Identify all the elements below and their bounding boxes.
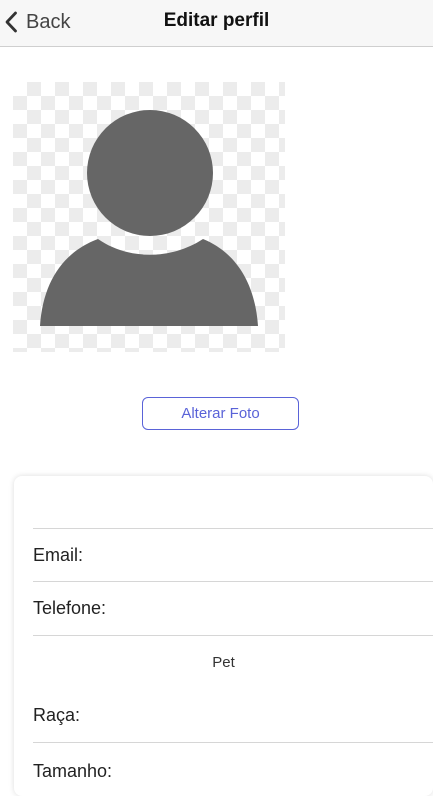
user-placeholder-icon (40, 110, 258, 326)
breed-label: Raça: (33, 705, 81, 725)
profile-form: Email: Telefone: Pet Raça: Tamanho: (14, 476, 433, 796)
back-button[interactable]: Back (4, 6, 70, 38)
change-photo-button[interactable]: Alterar Foto (142, 397, 299, 430)
name-row (33, 476, 433, 529)
avatar (13, 82, 285, 352)
phone-row: Telefone: (33, 581, 433, 636)
pet-section-header: Pet (212, 654, 235, 671)
back-label: Back (26, 10, 71, 33)
breed-field[interactable] (86, 688, 433, 743)
breed-row: Raça: (33, 688, 433, 743)
navigation-bar: Back Editar perfil (0, 0, 433, 47)
email-row: Email: (33, 528, 433, 582)
email-label: Email: (33, 544, 84, 565)
size-row: Tamanho: (33, 743, 433, 796)
email-field[interactable] (89, 528, 433, 582)
phone-field[interactable] (112, 581, 433, 636)
phone-label: Telefone: (33, 598, 107, 618)
name-field[interactable] (33, 476, 433, 529)
size-label: Tamanho: (33, 761, 113, 781)
chevron-left-icon (5, 11, 17, 33)
